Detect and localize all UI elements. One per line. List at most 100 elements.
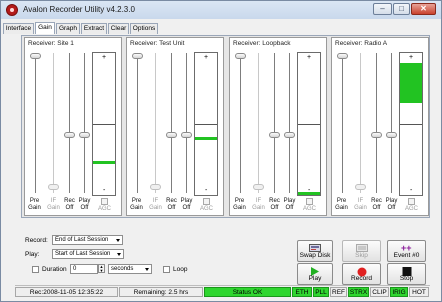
pre-gain-label: Pre Gain [28,198,41,211]
indicator-strx: STRX [348,287,369,297]
rec-off-slider[interactable] [371,132,382,138]
play-off-slider[interactable] [386,132,397,138]
chevron-down-icon [145,268,149,271]
rec-off-slider[interactable] [166,132,177,138]
if-gain-slider [150,184,161,190]
pre-gain-label: Pre Gain [233,198,246,211]
meter-plus-label: + [102,54,107,61]
pre-gain-label: Pre Gain [335,198,348,211]
rec-off-slider[interactable] [269,132,280,138]
event-label: Event #0 [393,252,420,259]
agc-checkbox [408,198,415,205]
agc-label: AGC [199,206,213,212]
swap-disk-label: Swap Disk [299,252,331,259]
receiver-panel-test-unit: Receiver: Test Unit + - Pre Gain IF Gain R… [126,37,224,216]
play-position-select[interactable]: Start of Last Session [52,249,124,259]
meter-plus-label: + [204,54,209,61]
maximize-button[interactable]: □ [393,3,410,15]
duration-unit-select[interactable]: seconds [108,264,152,274]
status-badge: Status OK [204,287,291,297]
if-gain-track [53,53,54,193]
tab-clear[interactable]: Clear [108,23,129,34]
swap-disk-button[interactable]: Swap Disk [297,240,333,262]
indicator-clip: CLIP [370,287,389,297]
rec-off-track [69,53,70,193]
if-gain-slider [48,184,59,190]
indicator-ref: REF [330,287,347,297]
pre-gain-slider[interactable] [337,53,348,59]
meter-minus-label: - [410,187,413,194]
play-off-label: Play Off [385,198,398,211]
level-meter: + - [194,52,218,196]
record-label-text: Record [351,275,372,282]
level-meter: + - [297,52,321,196]
meter-center-line [400,124,422,125]
event-plus-icon: ++ [401,244,412,252]
rec-off-track [376,53,377,193]
tab-interface[interactable]: Interface [3,23,34,34]
duration-input[interactable]: 0 [70,264,98,274]
duration-label: Duration [42,266,67,273]
play-off-slider[interactable] [181,132,192,138]
level-meter: + - [399,52,423,196]
meter-center-line [93,124,115,125]
status-bar: Rec:2008-11-05 12:35:22 Remaining: 2.5 h… [15,285,430,297]
receiver-title: Receiver: Site 1 [28,40,74,47]
record-label: Record: [25,237,48,244]
rec-off-slider[interactable] [64,132,75,138]
duration-stepper[interactable]: ▲ ▼ [98,264,105,273]
tab-graph[interactable]: Graph [56,23,80,34]
rec-off-track [171,53,172,193]
level-meter: + - [92,52,116,196]
skip-label: Skip [355,252,368,259]
play-button[interactable]: Play [297,263,333,285]
close-button[interactable]: ✕ [411,3,436,15]
play-off-label: Play Off [283,198,296,211]
receiver-title: Receiver: Test Unit [130,40,185,47]
event-button[interactable]: ++ Event #0 [387,240,426,262]
receiver-title: Receiver: Radio A [335,40,388,47]
receiver-panel-radio-a: Receiver: Radio A + - Pre Gain IF Gain Rec… [331,37,429,216]
tab-gain[interactable]: Gain [35,22,55,34]
pre-gain-slider[interactable] [30,53,41,59]
play-off-slider[interactable] [79,132,90,138]
stop-button[interactable]: Stop [387,263,426,285]
meter-minus-label: - [103,187,106,194]
remaining-time: Remaining: 2.5 hrs [119,287,203,297]
tab-options[interactable]: Options [130,23,158,34]
if-gain-label: IF Gain [354,198,367,211]
minimize-button[interactable]: – [373,3,392,15]
receiver-panel-loopback: Receiver: Loopback + - Pre Gain IF Gain Re… [229,37,327,216]
meter-fill [93,161,115,164]
pre-gain-slider[interactable] [235,53,246,59]
play-off-slider[interactable] [284,132,295,138]
rec-off-track [274,53,275,193]
window-title: Avalon Recorder Utility v4.2.3.0 [23,5,135,14]
meter-plus-label: + [409,54,414,61]
play-off-track [289,53,290,193]
skip-icon [355,244,368,252]
app-icon [6,4,18,16]
title-bar[interactable]: Avalon Recorder Utility v4.2.3.0 – □ ✕ [1,1,441,19]
meter-fill [400,63,422,103]
meter-center-line [195,124,217,125]
pre-gain-slider[interactable] [132,53,143,59]
record-position-value: End of Last Session [55,237,109,243]
agc-label: AGC [404,206,418,212]
play-off-label: Play Off [180,198,193,211]
play-off-track [391,53,392,193]
meter-fill [195,137,217,140]
tab-extract[interactable]: Extract [81,23,107,34]
rec-timestamp: Rec:2008-11-05 12:35:22 [15,287,118,297]
if-gain-slider [355,184,366,190]
meter-minus-label: - [308,187,311,194]
indicator-pll: PLL [313,287,329,297]
loop-checkbox[interactable] [163,266,170,273]
record-button[interactable]: Record [342,263,381,285]
pre-gain-track [35,53,36,193]
if-gain-label: IF Gain [252,198,265,211]
play-label-text: Play [308,275,322,282]
duration-checkbox[interactable] [32,266,39,273]
record-position-select[interactable]: End of Last Session [52,235,123,245]
disk-icon [309,244,321,252]
